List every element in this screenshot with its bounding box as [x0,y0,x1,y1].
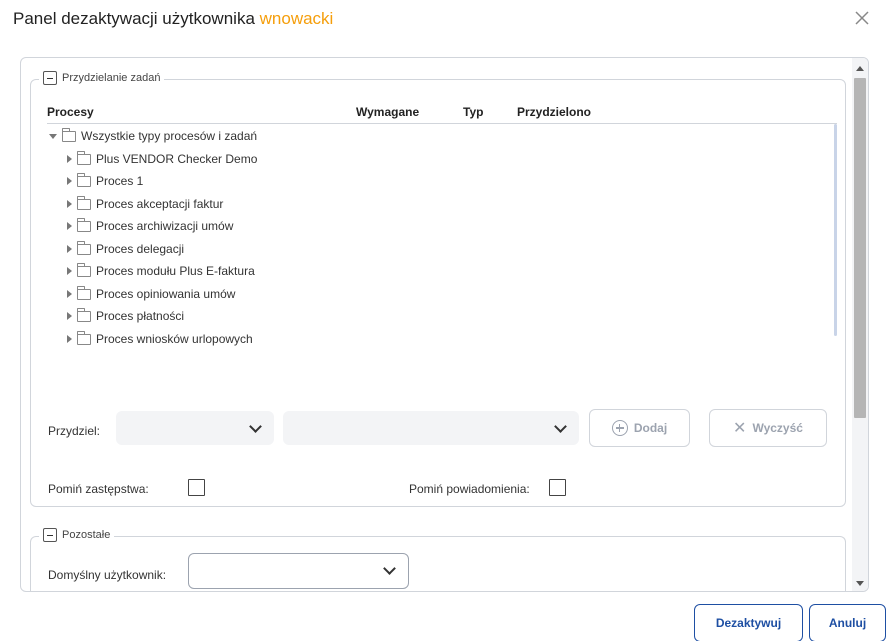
tree-node-label: Proces opiniowania umów [96,287,236,301]
expand-right-icon[interactable] [67,267,72,275]
folder-icon [77,195,91,210]
tree-node-label: Proces akceptacji faktur [96,197,224,211]
dialog-title-text: Panel dezaktywacji użytkownika [13,9,255,28]
tree-node-label: Plus VENDOR Checker Demo [96,152,258,166]
collapse-icon[interactable] [43,71,57,85]
folder-icon [77,150,91,165]
tree-node[interactable]: Proces opiniowania umów [67,284,235,304]
collapse-icon[interactable] [43,528,57,542]
close-button[interactable] [852,8,872,28]
tree-node-label: Proces 1 [96,174,144,188]
assign-tasks-legend: Przydzielanie zadań [39,71,165,85]
column-header-przydzielono[interactable]: Przydzielono [517,105,591,119]
folder-icon [77,172,91,187]
expand-right-icon[interactable] [67,245,72,253]
clear-button-label: Wyczyść [752,421,803,435]
tree-node[interactable]: Proces 1 [67,171,143,191]
tree-node-label: Proces modułu Plus E-faktura [96,264,255,278]
deactivate-button-label: Dezaktywuj [715,616,782,630]
tree-node[interactable]: Proces delegacji [67,239,184,259]
expand-right-icon[interactable] [67,335,72,343]
expand-right-icon[interactable] [67,222,72,230]
assign-label: Przydziel: [48,424,101,438]
skip-notifications-label: Pomiń powiadomienia: [409,482,530,496]
scroll-down-arrow-icon[interactable] [856,581,864,586]
dialog-scrollbar[interactable] [852,58,868,591]
skip-substitutions-checkbox[interactable] [188,479,205,496]
assign-tasks-legend-label: Przydzielanie zadań [62,72,161,84]
other-legend-label: Pozostałe [62,529,111,541]
column-header-typ[interactable]: Typ [463,105,483,119]
folder-icon [62,127,76,142]
chevron-down-icon [554,420,567,433]
tree-node-label: Wszystkie typy procesów i zadań [81,129,258,143]
tree-node-label: Proces archiwizacji umów [96,219,234,233]
tree-node-label: Proces delegacji [96,242,185,256]
dialog-title-username: wnowacki [259,9,334,28]
expand-right-icon[interactable] [67,312,72,320]
tree-node[interactable]: Proces modułu Plus E-faktura [67,261,255,281]
close-icon: ✕ [733,420,747,437]
cancel-button-label: Anuluj [828,616,867,630]
folder-icon [77,262,91,277]
cancel-button[interactable]: Anuluj [809,604,886,641]
tree-node-label: Proces wniosków urlopowych [96,332,253,346]
tree-node-root[interactable]: Wszystkie typy procesów i zadań [49,126,257,146]
assign-user-select[interactable] [283,411,579,445]
expand-right-icon[interactable] [67,155,72,163]
dialog-scroll-area: Przydzielanie zadań Procesy Wymagane Typ… [20,57,869,592]
column-header-wymagane[interactable]: Wymagane [356,105,419,119]
add-button-label: Dodaj [633,421,668,435]
skip-substitutions-label: Pomiń zastępstwa: [48,482,149,496]
scroll-up-arrow-icon[interactable] [856,66,864,71]
default-user-select[interactable] [188,553,409,589]
clear-button[interactable]: ✕ Wyczyść [709,409,827,447]
tree-node[interactable]: Proces akceptacji faktur [67,194,223,214]
expand-down-icon[interactable] [49,133,57,139]
column-header-procesy[interactable]: Procesy [47,105,94,119]
dialog-title: Panel dezaktywacji użytkownika wnowacki [13,9,333,29]
scrollbar-thumb[interactable] [854,78,866,418]
tree-scrollbar[interactable] [834,124,837,336]
expand-right-icon[interactable] [67,177,72,185]
close-icon [855,11,869,25]
expand-right-icon[interactable] [67,200,72,208]
skip-notifications-checkbox[interactable] [549,479,566,496]
process-tree: Wszystkie typy procesów i zadań Plus VEN… [47,124,837,346]
tree-node[interactable]: Proces archiwizacji umów [67,216,233,236]
chevron-down-icon [383,562,396,575]
add-button[interactable]: Dodaj [589,409,690,447]
tree-node[interactable]: Proces wniosków urlopowych [67,329,253,349]
tree-node[interactable]: Proces płatności [67,306,184,326]
folder-icon [77,330,91,345]
assign-type-select[interactable] [116,411,274,445]
folder-icon [77,285,91,300]
assign-tasks-fieldset: Przydzielanie zadań Procesy Wymagane Typ… [30,71,846,507]
deactivate-button[interactable]: Dezaktywuj [694,604,803,641]
tree-node[interactable]: Plus VENDOR Checker Demo [67,149,257,169]
chevron-down-icon [249,420,262,433]
process-grid-header: Procesy Wymagane Typ Przydzielono [47,102,837,124]
other-fieldset: Pozostałe Domyślny użytkownik: [30,528,846,591]
plus-circle-icon [611,420,628,436]
default-user-label: Domyślny użytkownik: [48,568,167,582]
tree-node-label: Proces płatności [96,309,185,323]
other-legend: Pozostałe [39,528,115,542]
folder-icon [77,217,91,232]
folder-icon [77,307,91,322]
expand-right-icon[interactable] [67,290,72,298]
folder-icon [77,240,91,255]
